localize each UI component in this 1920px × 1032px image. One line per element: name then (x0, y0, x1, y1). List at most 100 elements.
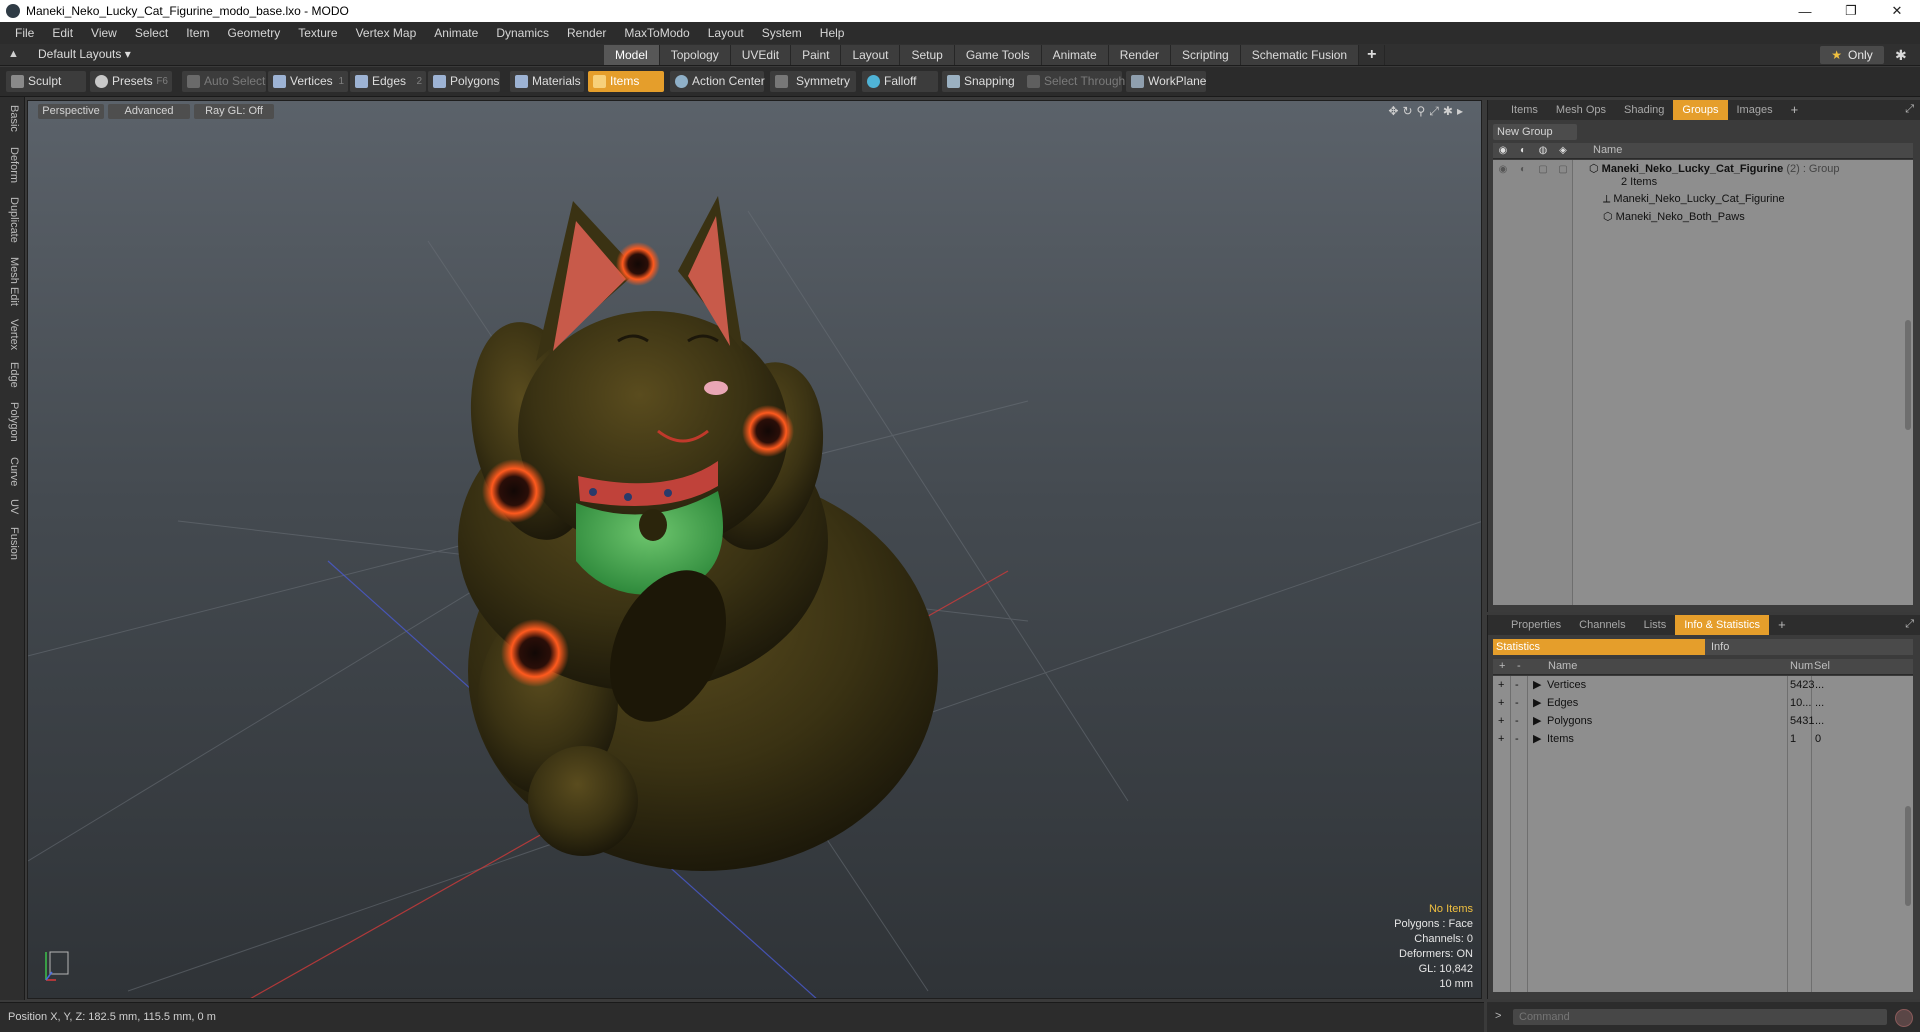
groups-scrollbar[interactable] (1905, 320, 1911, 430)
menu-maxtomodo[interactable]: MaxToModo (615, 26, 698, 40)
presets-button[interactable]: Presets F6 (90, 71, 172, 92)
expand-panel-icon[interactable]: ⤢ (1905, 618, 1914, 631)
table-row[interactable]: + - ▶ Items 1 0 (1493, 730, 1913, 748)
tab-lists[interactable]: Lists (1635, 615, 1676, 635)
vtab-duplicate[interactable]: Duplicate (4, 197, 20, 243)
subtab-info[interactable]: Info (1705, 639, 1913, 655)
gear-icon[interactable]: ✱ (1895, 47, 1907, 64)
minimize-button[interactable]: — (1782, 4, 1828, 19)
tab-info-statistics[interactable]: Info & Statistics (1675, 615, 1770, 635)
tab-schematic-fusion[interactable]: Schematic Fusion (1240, 45, 1360, 65)
menu-layout[interactable]: Layout (699, 26, 753, 40)
shading-dropdown[interactable]: Advanced (108, 104, 190, 119)
vtab-vertex[interactable]: Vertex (4, 319, 20, 350)
statistics-scrollbar[interactable] (1905, 806, 1911, 906)
items-button[interactable]: Items (588, 71, 664, 92)
menu-select[interactable]: Select (126, 26, 177, 40)
action-center-button[interactable]: Action Center (670, 71, 765, 92)
menu-animate[interactable]: Animate (425, 26, 487, 40)
remove-icon[interactable]: - (1515, 676, 1519, 694)
only-toggle[interactable]: ★ Only (1820, 46, 1884, 64)
menu-view[interactable]: View (82, 26, 126, 40)
select-through-button[interactable]: Select Through (1022, 71, 1125, 92)
tab-topology[interactable]: Topology (659, 45, 731, 65)
expand-all-icon[interactable]: + (1499, 660, 1505, 672)
vtab-mesh-edit[interactable]: Mesh Edit (4, 257, 20, 306)
menu-dynamics[interactable]: Dynamics (487, 26, 558, 40)
menu-texture[interactable]: Texture (289, 26, 346, 40)
vtab-polygon[interactable]: Polygon (4, 402, 20, 442)
vtab-deform[interactable]: Deform (4, 147, 20, 183)
snapping-button[interactable]: Snapping (942, 71, 1026, 92)
remove-icon[interactable]: - (1515, 730, 1519, 748)
expand-panel-icon[interactable]: ⤢ (1905, 103, 1914, 116)
layout-toggle-icon[interactable]: ▲ (8, 48, 19, 60)
add-icon[interactable]: + (1498, 712, 1504, 730)
vertices-button[interactable]: Vertices 1 (268, 71, 348, 92)
menu-render[interactable]: Render (558, 26, 615, 40)
sculpt-button[interactable]: Sculpt (6, 71, 86, 92)
viewport-gear-icon[interactable]: ✱ (1443, 104, 1457, 118)
vtab-basic[interactable]: Basic (4, 105, 20, 132)
menu-help[interactable]: Help (811, 26, 854, 40)
expand-arrow-icon[interactable]: ▶ (1533, 730, 1541, 748)
perspective-dropdown[interactable]: Perspective (38, 104, 104, 119)
falloff-button[interactable]: Falloff (862, 71, 938, 92)
tab-animate[interactable]: Animate (1041, 45, 1109, 65)
pan-icon[interactable]: ✥ (1388, 104, 1402, 118)
lucky-cat-model[interactable] (455, 196, 938, 871)
menu-geometry[interactable]: Geometry (219, 26, 290, 40)
add-tab-button[interactable]: + (1359, 45, 1386, 65)
add-panel-tab-button[interactable]: + (1782, 100, 1808, 120)
symmetry-button[interactable]: Symmetry (770, 71, 856, 92)
expand-arrow-icon[interactable]: ▶ (1533, 712, 1541, 730)
menu-vertex-map[interactable]: Vertex Map (347, 26, 426, 40)
vtab-edge[interactable]: Edge (4, 362, 20, 388)
new-group-button[interactable]: New Group (1493, 124, 1577, 140)
edges-button[interactable]: Edges 2 (350, 71, 426, 92)
3d-viewport[interactable]: Perspective Advanced Ray GL: Off ✥↻⚲⤢✱▸ … (27, 100, 1482, 999)
command-history-button[interactable] (1895, 1009, 1913, 1027)
vtab-curve[interactable]: Curve (4, 457, 20, 486)
table-row[interactable]: + - ▶ Polygons 5431 ... (1493, 712, 1913, 730)
collapse-all-icon[interactable]: - (1517, 660, 1521, 672)
layouts-dropdown[interactable]: Default Layouts ▾ (38, 47, 131, 61)
group-visibility-toggle[interactable]: ◉ (1497, 164, 1509, 176)
fit-icon[interactable]: ⤢ (1429, 104, 1443, 118)
raygl-toggle[interactable]: Ray GL: Off (194, 104, 274, 119)
remove-icon[interactable]: - (1515, 712, 1519, 730)
expand-arrow-icon[interactable]: ▶ (1533, 676, 1541, 694)
expand-arrow-icon[interactable]: ▸ (1457, 104, 1467, 118)
expand-arrow-icon[interactable]: ▶ (1533, 694, 1541, 712)
add-icon[interactable]: + (1498, 730, 1504, 748)
tab-game-tools[interactable]: Game Tools (954, 45, 1042, 65)
zoom-icon[interactable]: ⚲ (1417, 104, 1430, 118)
menu-file[interactable]: File (6, 26, 43, 40)
add-icon[interactable]: + (1498, 694, 1504, 712)
auto-select-button[interactable]: Auto Select (182, 71, 266, 92)
group-child-row[interactable]: ⟂ Maneki_Neko_Lucky_Cat_Figurine (1603, 190, 1920, 208)
menu-edit[interactable]: Edit (43, 26, 82, 40)
tab-layout[interactable]: Layout (841, 45, 901, 65)
tab-model[interactable]: Model (604, 45, 660, 65)
rotate-icon[interactable]: ↻ (1402, 104, 1416, 118)
group-lock-toggle[interactable]: ▢ (1537, 164, 1549, 176)
group-select-toggle[interactable]: ▢ (1557, 164, 1569, 176)
menu-system[interactable]: System (753, 26, 811, 40)
tab-uvedit[interactable]: UVEdit (730, 45, 792, 65)
tab-mesh-ops[interactable]: Mesh Ops (1547, 100, 1615, 120)
tab-setup[interactable]: Setup (900, 45, 955, 65)
tab-shading[interactable]: Shading (1615, 100, 1673, 120)
tab-render[interactable]: Render (1108, 45, 1172, 65)
command-input[interactable] (1513, 1009, 1887, 1025)
tab-images[interactable]: Images (1728, 100, 1782, 120)
remove-icon[interactable]: - (1515, 694, 1519, 712)
workplane-button[interactable]: WorkPlane (1126, 71, 1206, 92)
close-button[interactable]: ✕ (1874, 3, 1920, 19)
tab-properties[interactable]: Properties (1502, 615, 1570, 635)
tab-scripting[interactable]: Scripting (1171, 45, 1241, 65)
vtab-fusion[interactable]: Fusion (4, 527, 20, 560)
group-child-row[interactable]: ⬡ Maneki_Neko_Both_Paws (1603, 208, 1920, 226)
table-row[interactable]: + - ▶ Edges 10... ... (1493, 694, 1913, 712)
maximize-button[interactable]: ❐ (1828, 3, 1874, 19)
